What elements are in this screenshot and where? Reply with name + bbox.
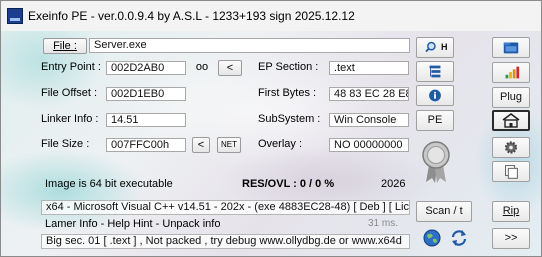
settings-button[interactable] xyxy=(492,137,530,158)
plug-button[interactable]: Plug xyxy=(492,87,530,108)
refresh-icon xyxy=(451,230,467,246)
next-button[interactable]: >> xyxy=(492,228,530,249)
bars-icon xyxy=(505,66,520,79)
file-size-field[interactable]: 007FFC00h xyxy=(106,138,186,152)
home-icon xyxy=(502,113,520,128)
entry-point-oo-button[interactable]: oo xyxy=(191,60,213,76)
pe-button[interactable]: PE xyxy=(416,110,454,131)
file-name-field[interactable]: Server.exe xyxy=(89,38,410,53)
search-icon xyxy=(425,41,436,53)
hint-field[interactable]: Big sec. 01 [ .text ] , Not packed , try… xyxy=(41,234,410,249)
file-size-arrow-button[interactable]: < xyxy=(192,137,210,153)
overlay-field[interactable]: NO 00000000 xyxy=(329,138,409,152)
home-button[interactable] xyxy=(492,110,530,131)
main-window: Exeinfo PE - ver.0.0.9.4 by A.S.L - 1233… xyxy=(0,0,542,257)
window-title: Exeinfo PE - ver.0.0.9.4 by A.S.L - 1233… xyxy=(28,9,355,23)
file-size-label: File Size : xyxy=(41,138,90,150)
title-bar: Exeinfo PE - ver.0.0.9.4 by A.S.L - 1233… xyxy=(1,1,541,31)
net-button[interactable]: NET xyxy=(217,137,241,153)
linker-info-label: Linker Info : xyxy=(41,113,99,125)
entry-point-field[interactable]: 002D2AB0 xyxy=(106,61,186,75)
app-icon xyxy=(7,8,23,24)
file-offset-field[interactable]: 002D1EB0 xyxy=(106,87,186,101)
overlay-label: Overlay : xyxy=(258,138,303,150)
section-tree-button[interactable] xyxy=(416,61,454,82)
open-folder-button[interactable] xyxy=(492,37,530,58)
file-button-label: File : xyxy=(53,40,77,52)
folder-icon xyxy=(503,42,519,54)
res-ovl-text: RES/OVL : 0 / 0 % xyxy=(242,178,335,190)
search-hint-label: H xyxy=(441,42,448,52)
linker-info-field[interactable]: 14.51 xyxy=(106,113,186,127)
year-text: 2026 xyxy=(381,178,406,190)
globe-button[interactable] xyxy=(421,227,443,249)
rip-button[interactable]: Rip xyxy=(492,201,530,222)
lamer-info-link[interactable]: Lamer Info - Help Hint - Unpack info xyxy=(45,218,220,230)
gear-icon xyxy=(504,141,518,154)
copy-icon xyxy=(505,165,518,179)
copy-button[interactable] xyxy=(492,161,530,182)
globe-icon xyxy=(423,229,441,247)
entry-point-label: Entry Point : xyxy=(41,61,101,73)
refresh-button[interactable] xyxy=(448,227,470,249)
plug-button-label: Plug xyxy=(499,91,523,103)
first-bytes-field[interactable]: 48 83 EC 28 E8 xyxy=(329,87,409,101)
time-ms-text: 31 ms. xyxy=(368,218,399,229)
scan-button[interactable]: Scan / t xyxy=(416,201,472,222)
subsystem-field[interactable]: Win Console xyxy=(329,113,409,127)
file-offset-label: File Offset : xyxy=(41,87,98,99)
ep-section-field[interactable]: .text xyxy=(329,61,409,75)
info-icon xyxy=(429,89,441,102)
stats-button[interactable] xyxy=(492,62,530,83)
detection-result-field[interactable]: x64 - Microsoft Visual C++ v14.51 - 202x… xyxy=(41,200,410,215)
subsystem-label: SubSystem : xyxy=(258,113,321,125)
entry-point-arrow-button[interactable]: < xyxy=(218,60,242,76)
info-button[interactable] xyxy=(416,85,454,106)
rip-button-label: Rip xyxy=(502,205,520,217)
file-button[interactable]: File : xyxy=(43,38,87,54)
search-hint-button[interactable]: H xyxy=(416,37,454,58)
ep-section-label: EP Section : xyxy=(258,61,319,73)
tree-icon xyxy=(429,65,441,78)
image-info-text: Image is 64 bit executable xyxy=(45,178,173,190)
award-seal-icon xyxy=(417,137,455,185)
first-bytes-label: First Bytes : xyxy=(258,87,317,99)
